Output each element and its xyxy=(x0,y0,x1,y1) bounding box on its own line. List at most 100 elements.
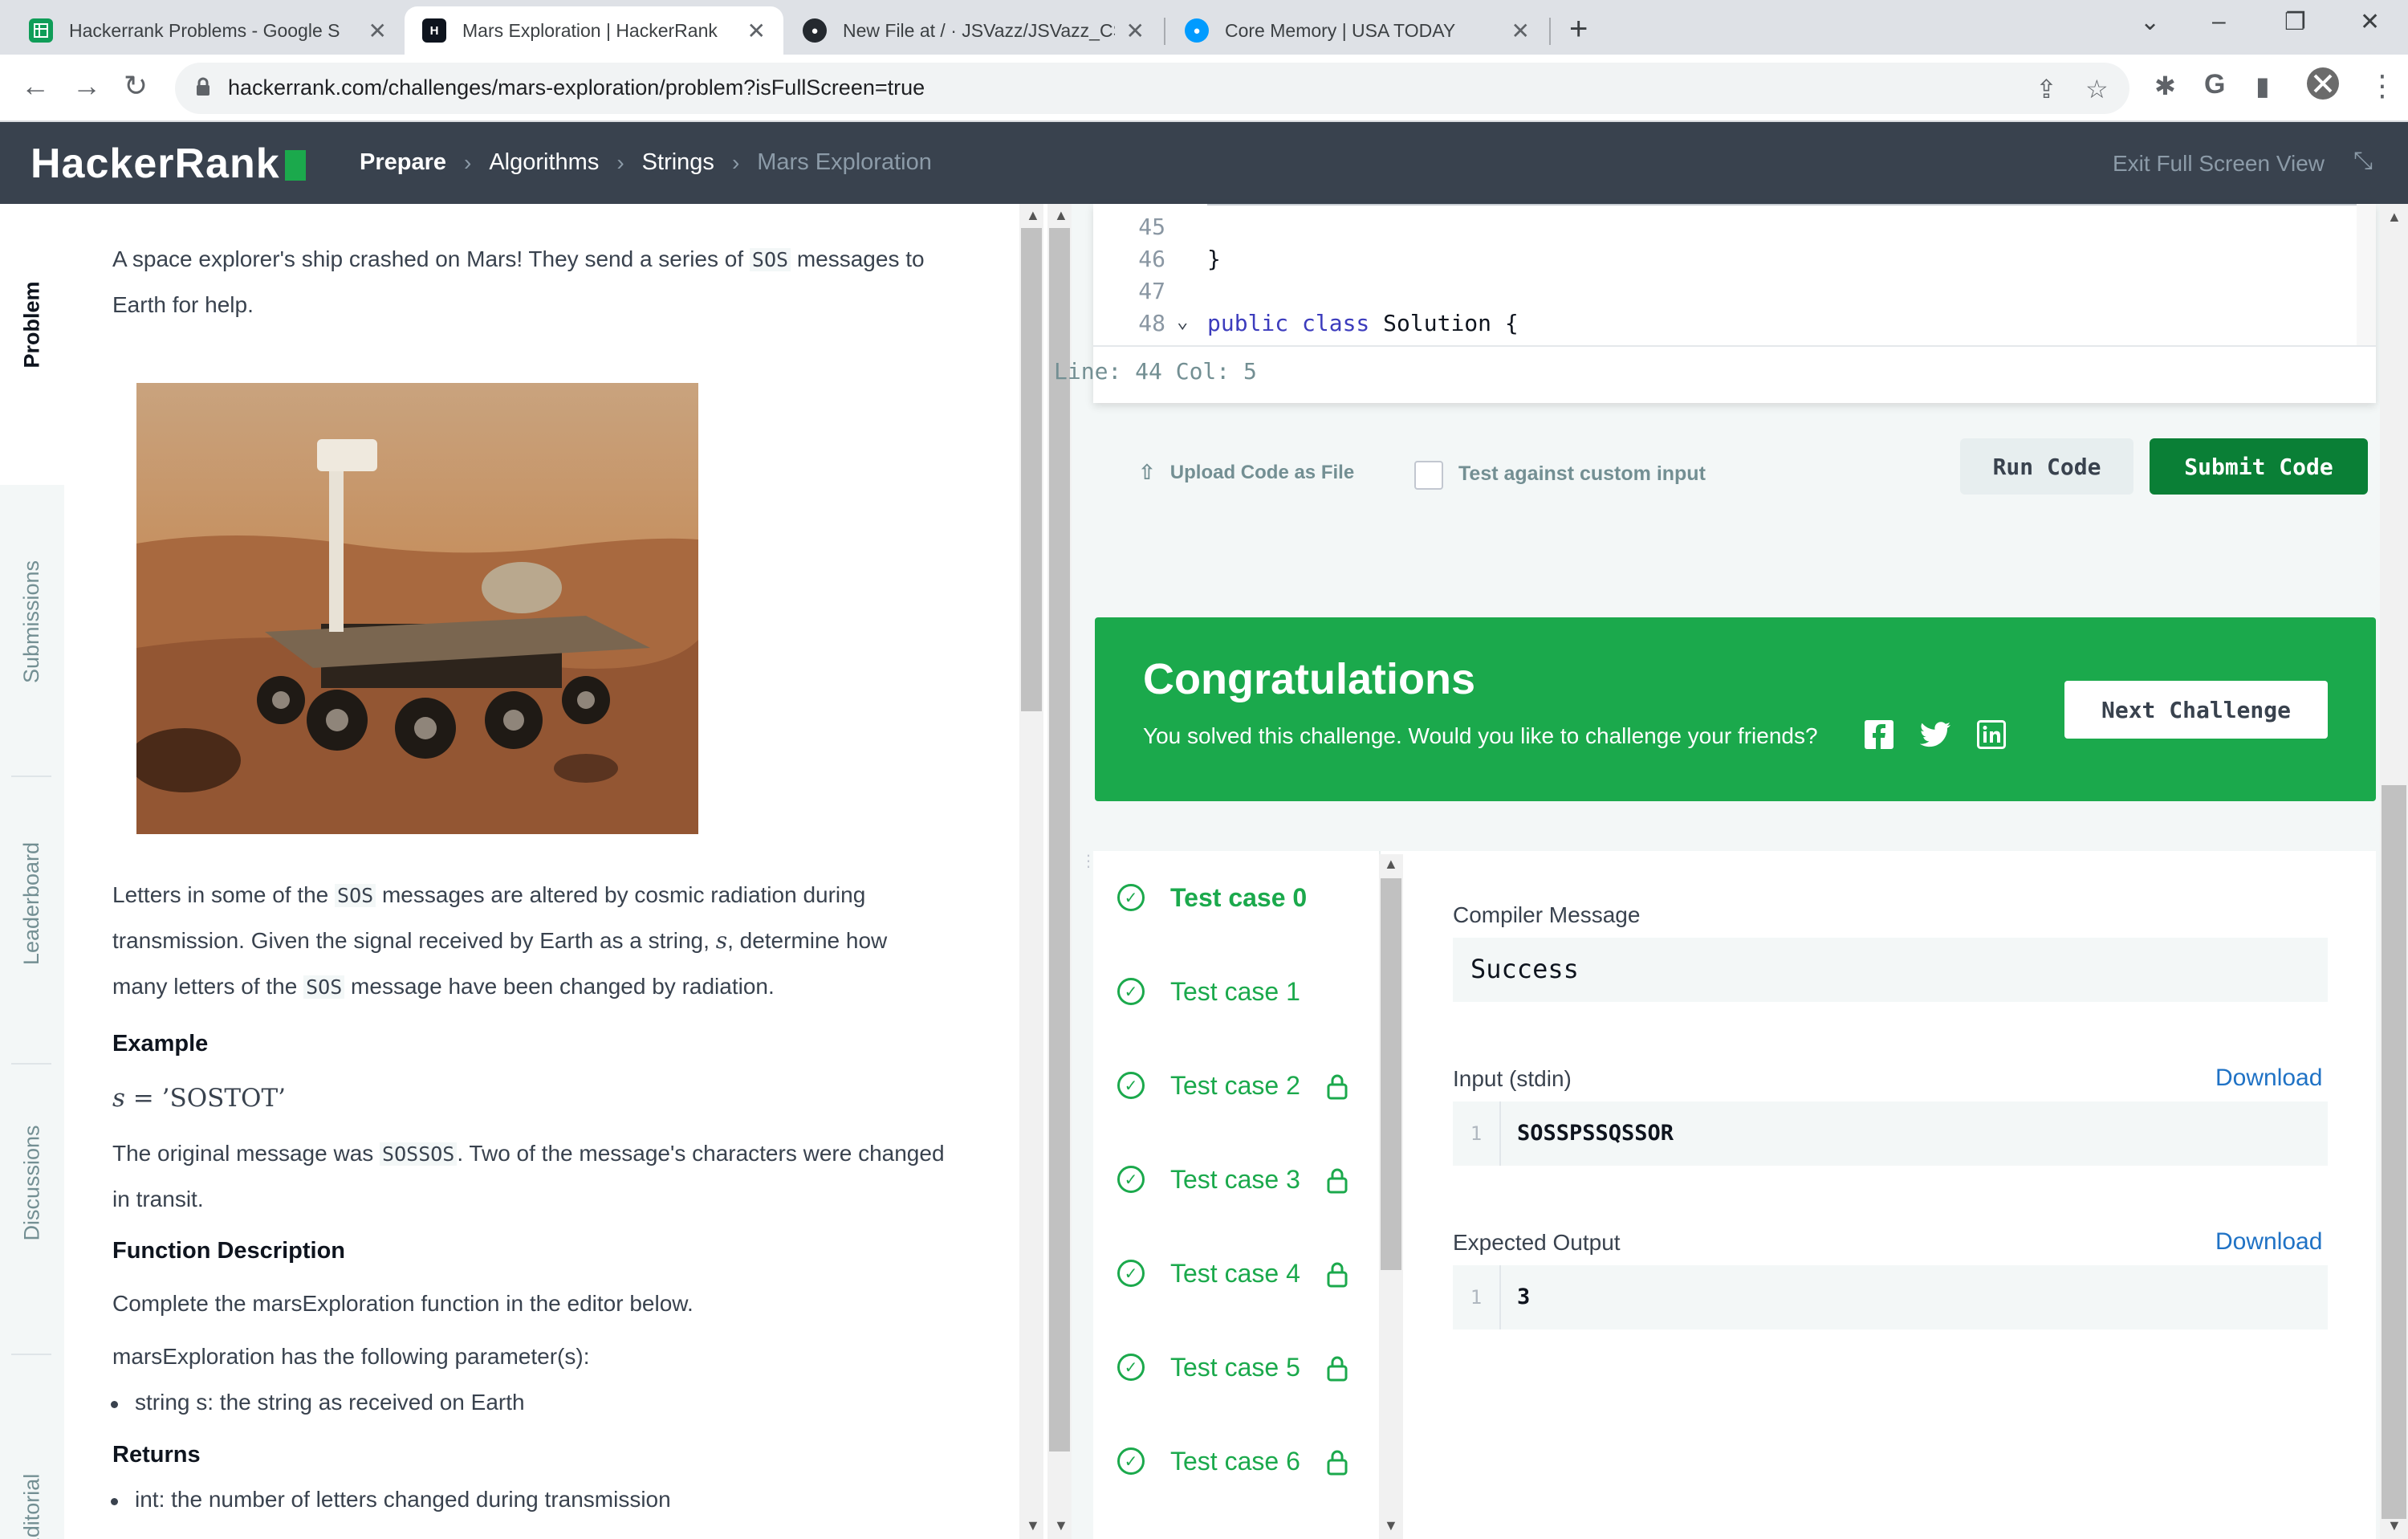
grammarly-icon[interactable]: G xyxy=(2204,69,2225,100)
drag-handle-icon[interactable]: ⋮ xyxy=(1080,851,1096,871)
function-description-heading: Function Description xyxy=(112,1238,345,1264)
menu-icon[interactable]: ⋮ xyxy=(2368,69,2397,103)
reload-icon[interactable]: ↻ xyxy=(124,69,148,103)
breadcrumb-strings[interactable]: Strings xyxy=(642,149,714,176)
compiler-message-label: Compiler Message xyxy=(1453,902,1641,927)
math-variable: s xyxy=(715,927,728,954)
tab-discussions[interactable]: Discussions xyxy=(0,1090,64,1275)
close-icon[interactable]: ✕ xyxy=(1126,18,1145,44)
twitter-icon[interactable] xyxy=(1920,719,1950,750)
browser-tab-github[interactable]: ● New File at / · JSVazz/JSVazz_CS ✕ xyxy=(785,6,1162,55)
tab-problem[interactable]: Problem xyxy=(0,252,64,397)
input-value: SOSSPSSQSSOR xyxy=(1517,1121,1674,1146)
linkedin-icon[interactable] xyxy=(1976,719,2007,750)
restore-icon[interactable]: ❐ xyxy=(2284,8,2306,36)
side-panel-icon[interactable]: ▮ xyxy=(2255,71,2270,101)
back-icon[interactable]: ← xyxy=(21,69,50,103)
hackerrank-logo[interactable]: HackerRank xyxy=(31,140,306,188)
scrollbar-thumb[interactable] xyxy=(2382,785,2406,1519)
new-tab-icon[interactable]: + xyxy=(1569,11,1588,47)
tab-title: Mars Exploration | HackerRank xyxy=(462,19,718,41)
upload-code-button[interactable]: ⇧ Upload Code as File xyxy=(1138,460,1354,485)
input-download-link[interactable]: Download xyxy=(2215,1065,2322,1092)
browser-tab-hackerrank[interactable]: H Mars Exploration | HackerRank ✕ xyxy=(405,6,783,55)
scroll-up-icon[interactable]: ▲ xyxy=(1054,207,1068,224)
text: many letters of the xyxy=(112,974,304,999)
chevron-right-icon: › xyxy=(464,149,472,175)
compiler-message-box: Success xyxy=(1453,938,2328,1002)
browser-tab-sheets[interactable]: Hackerrank Problems - Google S ✕ xyxy=(11,6,405,55)
testcase-2[interactable]: ✓ Test case 2 xyxy=(1117,1065,1300,1105)
expected-output-label: Expected Output xyxy=(1453,1230,1621,1255)
testcase-5[interactable]: ✓ Test case 5 xyxy=(1117,1347,1300,1387)
close-icon[interactable]: ✕ xyxy=(1511,18,1530,44)
submit-code-button[interactable]: Submit Code xyxy=(2150,438,2368,495)
run-code-button[interactable]: Run Code xyxy=(1960,438,2133,495)
chevron-down-icon[interactable]: ⌄ xyxy=(1177,310,1188,332)
testcase-label: Test case 3 xyxy=(1170,1164,1300,1194)
scroll-up-icon[interactable]: ▲ xyxy=(1384,856,1398,873)
minimize-icon[interactable]: – xyxy=(2212,8,2226,35)
upload-label: Upload Code as File xyxy=(1169,461,1355,483)
forward-icon[interactable]: → xyxy=(72,69,101,103)
exit-fullscreen-link[interactable]: Exit Full Screen View xyxy=(2113,151,2325,177)
scroll-up-icon[interactable]: ▲ xyxy=(2387,209,2402,226)
problem-statement: A space explorer's ship crashed on Mars!… xyxy=(64,204,1019,1539)
tab-editorial[interactable]: Editorial xyxy=(0,1440,64,1539)
check-circle-icon: ✓ xyxy=(1117,884,1145,911)
close-icon[interactable]: ✕ xyxy=(368,18,387,44)
lock-icon xyxy=(1327,1074,1348,1100)
scrollbar-thumb[interactable] xyxy=(1021,228,1042,711)
testcase-3[interactable]: ✓ Test case 3 xyxy=(1117,1159,1300,1199)
scrollbar-thumb[interactable] xyxy=(1049,228,1070,1451)
chevron-right-icon: › xyxy=(731,149,740,175)
bookmark-star-icon[interactable]: ☆ xyxy=(2085,74,2109,104)
lock-icon xyxy=(1327,1356,1348,1382)
lock-icon xyxy=(1327,1262,1348,1288)
code-editor[interactable]: 45 46} 47 48 ⌄ public class Solution { xyxy=(1093,204,2376,403)
scroll-down-icon[interactable]: ▼ xyxy=(1054,1517,1068,1534)
testcase-label: Test case 5 xyxy=(1170,1352,1300,1382)
line-number: 48 xyxy=(1138,310,1165,336)
scroll-up-icon[interactable]: ▲ xyxy=(1026,207,1040,224)
custom-input-checkbox[interactable] xyxy=(1414,461,1443,490)
tab-title: New File at / · JSVazz/JSVazz_CS xyxy=(843,19,1115,41)
testcase-1[interactable]: ✓ Test case 1 xyxy=(1117,971,1300,1012)
custom-input-label[interactable]: Test against custom input xyxy=(1458,462,1706,486)
testcase-6[interactable]: ✓ Test case 6 xyxy=(1117,1441,1300,1481)
breadcrumb-algorithms[interactable]: Algorithms xyxy=(489,149,599,176)
compiler-message-value: Success xyxy=(1470,954,1579,984)
check-circle-icon: ✓ xyxy=(1117,1354,1145,1381)
scrollbar-thumb[interactable] xyxy=(1381,878,1401,1270)
profile-avatar[interactable] xyxy=(2305,66,2341,108)
scroll-down-icon[interactable]: ▼ xyxy=(2387,1517,2402,1534)
next-challenge-button[interactable]: Next Challenge xyxy=(2064,681,2328,739)
para2-line-1: Letters in some of the SOS messages are … xyxy=(112,872,1019,918)
extensions-icon[interactable]: ✱ xyxy=(2154,71,2176,101)
close-icon[interactable]: ✕ xyxy=(747,18,766,44)
breadcrumb-prepare[interactable]: Prepare xyxy=(360,149,446,176)
editor-scrollbar[interactable] xyxy=(2357,204,2376,345)
text: message have been changed by radiation. xyxy=(344,974,775,999)
output-download-link[interactable]: Download xyxy=(2215,1228,2322,1256)
url-text[interactable]: hackerrank.com/challenges/mars-explorati… xyxy=(228,75,925,100)
facebook-icon[interactable] xyxy=(1864,719,1894,750)
tab-divider xyxy=(11,776,51,777)
browser-tab-usatoday[interactable]: ● Core Memory | USA TODAY ✕ xyxy=(1167,6,1548,55)
scroll-down-icon[interactable]: ▼ xyxy=(1026,1517,1040,1534)
tab-label: Discussions xyxy=(19,1124,44,1241)
scroll-down-icon[interactable]: ▼ xyxy=(1384,1517,1398,1534)
congratulations-subtitle: You solved this challenge. Would you lik… xyxy=(1143,723,1818,748)
tab-leaderboard[interactable]: Leaderboard xyxy=(0,811,64,995)
testcase-0[interactable]: ✓ Test case 0 xyxy=(1117,877,1307,918)
testcase-4[interactable]: ✓ Test case 4 xyxy=(1117,1253,1300,1293)
tab-search-icon[interactable]: ⌄ xyxy=(2140,8,2160,36)
tab-submissions[interactable]: Submissions xyxy=(0,525,64,718)
share-icon[interactable]: ⇪ xyxy=(2036,74,2057,104)
line-number: 47 xyxy=(1138,278,1165,304)
lock-icon xyxy=(1327,1168,1348,1194)
close-window-icon[interactable]: ✕ xyxy=(2360,8,2380,36)
address-bar[interactable]: hackerrank.com/challenges/mars-explorati… xyxy=(175,63,2129,114)
testcase-label: Test case 6 xyxy=(1170,1446,1300,1476)
collapse-icon[interactable]: ⤡ xyxy=(2353,148,2373,175)
